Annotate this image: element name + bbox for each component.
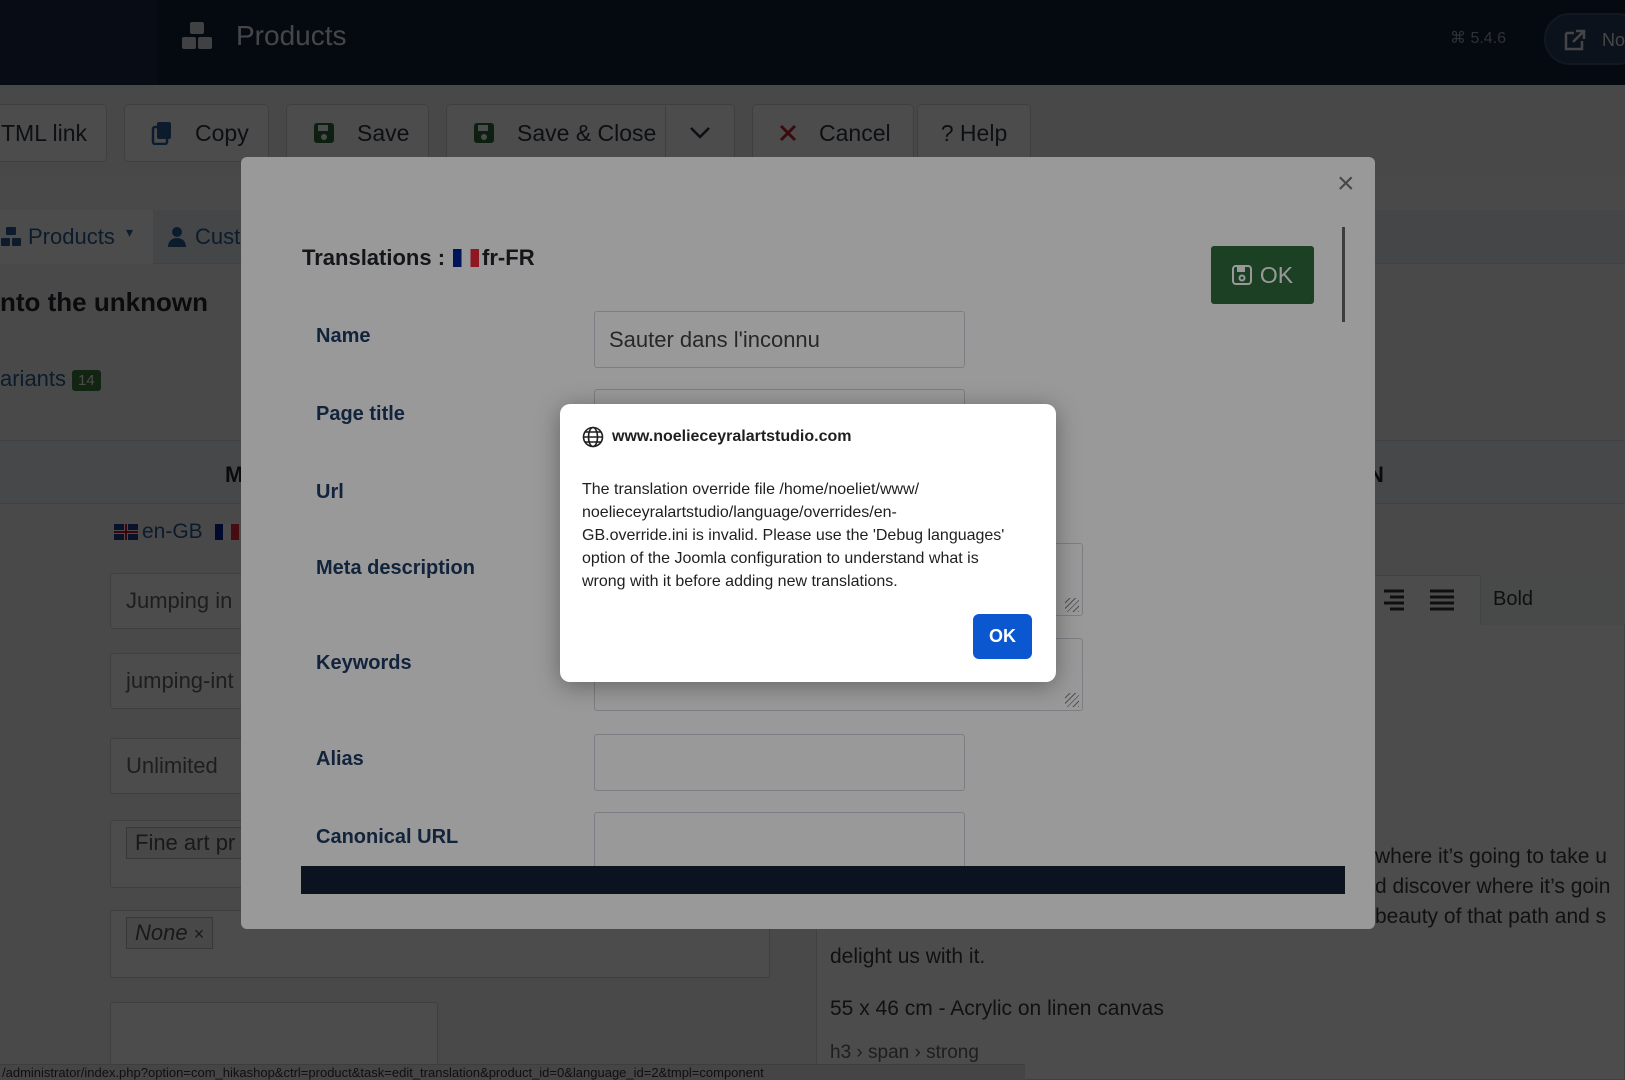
alert-origin: www.noelieceyralartstudio.com xyxy=(582,426,851,448)
alert-host: www.noelieceyralartstudio.com xyxy=(612,428,852,445)
globe-icon xyxy=(582,426,604,448)
alert-ok-button[interactable]: OK xyxy=(973,614,1032,659)
alert-message: The translation override file /home/noel… xyxy=(582,481,1005,590)
browser-alert-dialog: www.noelieceyralartstudio.com The transl… xyxy=(560,404,1056,682)
